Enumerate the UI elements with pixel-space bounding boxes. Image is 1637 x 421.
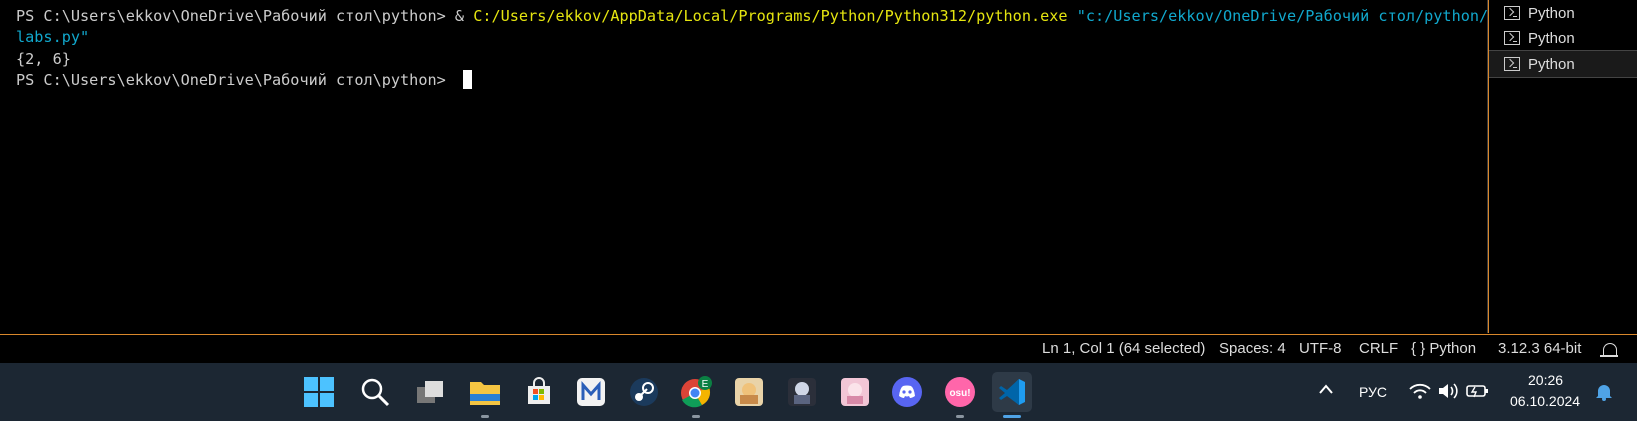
input-language[interactable]: РУС: [1359, 384, 1387, 400]
status-language-label: Python: [1429, 340, 1477, 357]
search-button[interactable]: [355, 372, 395, 412]
task-view-button[interactable]: [410, 372, 450, 412]
status-bar: Ln 1, Col 1 (64 selected) Spaces: 4 UTF-…: [0, 334, 1637, 363]
steam-icon: [630, 378, 658, 406]
taskbar: E osu! РУС 20:26 06.10.2024: [0, 363, 1637, 421]
terminal-tab-python-3[interactable]: Python: [1489, 50, 1637, 78]
terminal-command-line: PS C:\Users\ekkov\OneDrive\Рабочий стол\…: [16, 5, 1488, 27]
file-explorer-button[interactable]: [465, 372, 505, 418]
clock-time[interactable]: 20:26: [1528, 372, 1563, 388]
discord-button[interactable]: [887, 372, 927, 412]
chrome-icon: E: [681, 376, 712, 408]
status-indentation[interactable]: Spaces: 4: [1219, 340, 1286, 357]
windows-icon: [304, 377, 334, 407]
active-indicator: [1003, 415, 1021, 418]
running-indicator: [956, 415, 964, 418]
clock-date[interactable]: 06.10.2024: [1510, 393, 1580, 409]
microsoft-store-button[interactable]: [519, 372, 559, 412]
steam-button[interactable]: [624, 372, 664, 412]
show-hidden-icons-button[interactable]: [1318, 382, 1334, 398]
terminal-tab-label: Python: [1528, 29, 1575, 47]
game-3-button[interactable]: [835, 372, 875, 412]
m-app-icon: [577, 378, 605, 406]
terminal-panel[interactable]: PS C:\Users\ekkov\OneDrive\Рабочий стол\…: [0, 0, 1488, 333]
osu-icon: osu!: [945, 377, 975, 407]
store-icon: [528, 377, 550, 404]
task-view-icon: [417, 381, 443, 403]
terminal-list: Python Python Python: [1488, 0, 1637, 333]
terminal-tab-python-1[interactable]: Python: [1489, 0, 1637, 26]
status-cursor-position[interactable]: Ln 1, Col 1 (64 selected): [1042, 340, 1205, 357]
vscode-button[interactable]: [992, 372, 1032, 418]
chrome-button[interactable]: E: [676, 372, 716, 418]
bell-icon[interactable]: [1600, 343, 1618, 357]
terminal-tab-label: Python: [1528, 4, 1575, 22]
terminal-output: {2, 6}: [16, 50, 71, 68]
script-path-arg: "c:/Users/ekkov/OneDrive/Рабочий стол/py…: [1067, 7, 1489, 25]
terminal-cursor: [462, 70, 472, 89]
status-eol[interactable]: CRLF: [1359, 340, 1398, 357]
network-icon[interactable]: [1409, 383, 1431, 402]
terminal-icon: [1504, 6, 1520, 20]
folder-icon: [470, 382, 500, 405]
running-indicator: [481, 415, 489, 418]
terminal-prompt-2: PS C:\Users\ekkov\OneDrive\Рабочий стол\…: [16, 71, 455, 89]
terminal-prompt: PS C:\Users\ekkov\OneDrive\Рабочий стол\…: [16, 7, 455, 25]
braces-icon: { }: [1411, 340, 1426, 357]
terminal-icon: [1504, 31, 1520, 45]
game-3-icon: [841, 378, 869, 406]
script-path-arg-continued: labs.py": [16, 28, 90, 46]
osu-button[interactable]: osu!: [940, 372, 980, 418]
python-exe-path: C:/Users/ekkov/AppData/Local/Programs/Py…: [473, 7, 1068, 25]
chrome-profile-badge: E: [702, 379, 709, 390]
game-2-icon: [788, 378, 816, 406]
terminal-prompt-line: PS C:\Users\ekkov\OneDrive\Рабочий стол\…: [16, 69, 472, 91]
search-icon: [361, 378, 390, 407]
status-language[interactable]: { } Python: [1411, 340, 1476, 357]
terminal-tab-label: Python: [1528, 55, 1575, 73]
game-1-button[interactable]: [729, 372, 769, 412]
osu-label: osu!: [949, 388, 970, 399]
chevron-up-icon: [1319, 384, 1333, 394]
running-indicator: [692, 415, 700, 418]
app-m-button[interactable]: [571, 372, 611, 412]
battery-icon[interactable]: [1466, 383, 1490, 402]
terminal-amp: &: [454, 7, 474, 25]
game-1-icon: [735, 378, 763, 406]
game-2-button[interactable]: [782, 372, 822, 412]
terminal-icon: [1504, 57, 1520, 71]
status-encoding[interactable]: UTF-8: [1299, 340, 1342, 357]
volume-icon[interactable]: [1438, 383, 1460, 402]
notification-bell-icon[interactable]: [1595, 383, 1613, 404]
status-interpreter[interactable]: 3.12.3 64-bit: [1498, 340, 1581, 357]
start-button[interactable]: [299, 372, 339, 412]
discord-icon: [892, 377, 922, 407]
terminal-tab-python-2[interactable]: Python: [1489, 25, 1637, 51]
vscode-icon: [999, 379, 1025, 405]
